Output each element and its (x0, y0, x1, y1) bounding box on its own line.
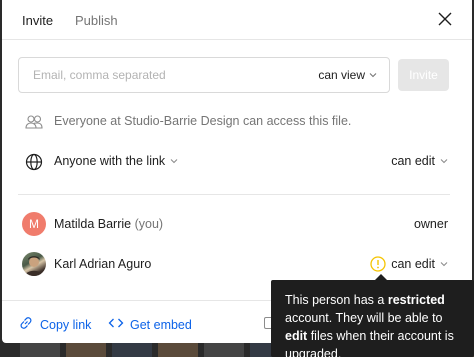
copy-link-button[interactable]: Copy link (18, 315, 91, 334)
tab-invite[interactable]: Invite (22, 13, 53, 28)
globe-icon (24, 152, 44, 172)
chevron-down-icon (170, 158, 178, 164)
member-permission-label: can edit (391, 257, 435, 271)
member-permission-select[interactable]: can edit (370, 256, 448, 272)
close-icon[interactable] (438, 12, 452, 26)
tooltip-bold-restricted: restricted (387, 293, 445, 307)
link-access-row: Anyone with the link can edit (2, 150, 472, 174)
tooltip-text-1: This person has a (285, 293, 388, 307)
link-permission-label: can edit (391, 154, 435, 168)
member-name: Karl Adrian Aguro (54, 257, 152, 271)
member-role: owner (413, 217, 448, 231)
get-embed-button[interactable]: Get embed (108, 315, 192, 334)
chevron-down-icon (369, 72, 377, 78)
tooltip-text-3: files when their account is upgraded. (285, 329, 454, 357)
email-input[interactable] (33, 68, 293, 82)
tooltip-bold-edit: edit (285, 329, 308, 343)
restricted-account-tooltip: This person has a restricted account. Th… (271, 274, 474, 357)
member-name-text: Matilda Barrie (54, 217, 132, 231)
invite-permission-label: can view (318, 68, 365, 82)
people-icon (24, 112, 44, 132)
tooltip-text-2: account. They will be able to (285, 311, 443, 325)
tab-bar: Invite Publish (2, 0, 472, 40)
link-icon (18, 315, 34, 334)
avatar (22, 252, 46, 276)
link-permission-select[interactable]: can edit (391, 154, 448, 168)
invite-button[interactable]: Invite (398, 59, 449, 91)
chevron-down-icon (440, 261, 448, 267)
link-access-select[interactable]: Anyone with the link (54, 154, 178, 168)
code-icon (108, 315, 124, 334)
avatar: M (22, 212, 46, 236)
divider (18, 194, 450, 195)
tab-publish[interactable]: Publish (75, 13, 118, 28)
org-access-text: Everyone at Studio-Barrie Design can acc… (54, 114, 352, 128)
chevron-down-icon (440, 158, 448, 164)
link-access-label: Anyone with the link (54, 154, 166, 168)
you-suffix: (you) (134, 217, 164, 231)
invite-email-box: can view (18, 57, 390, 93)
invite-permission-select[interactable]: can view (318, 68, 377, 82)
org-access-row: Everyone at Studio-Barrie Design can acc… (2, 110, 472, 134)
get-embed-label: Get embed (130, 317, 192, 332)
member-name: Matilda Barrie (you) (54, 217, 163, 231)
copy-link-label: Copy link (40, 317, 92, 332)
warning-icon[interactable] (370, 256, 386, 272)
